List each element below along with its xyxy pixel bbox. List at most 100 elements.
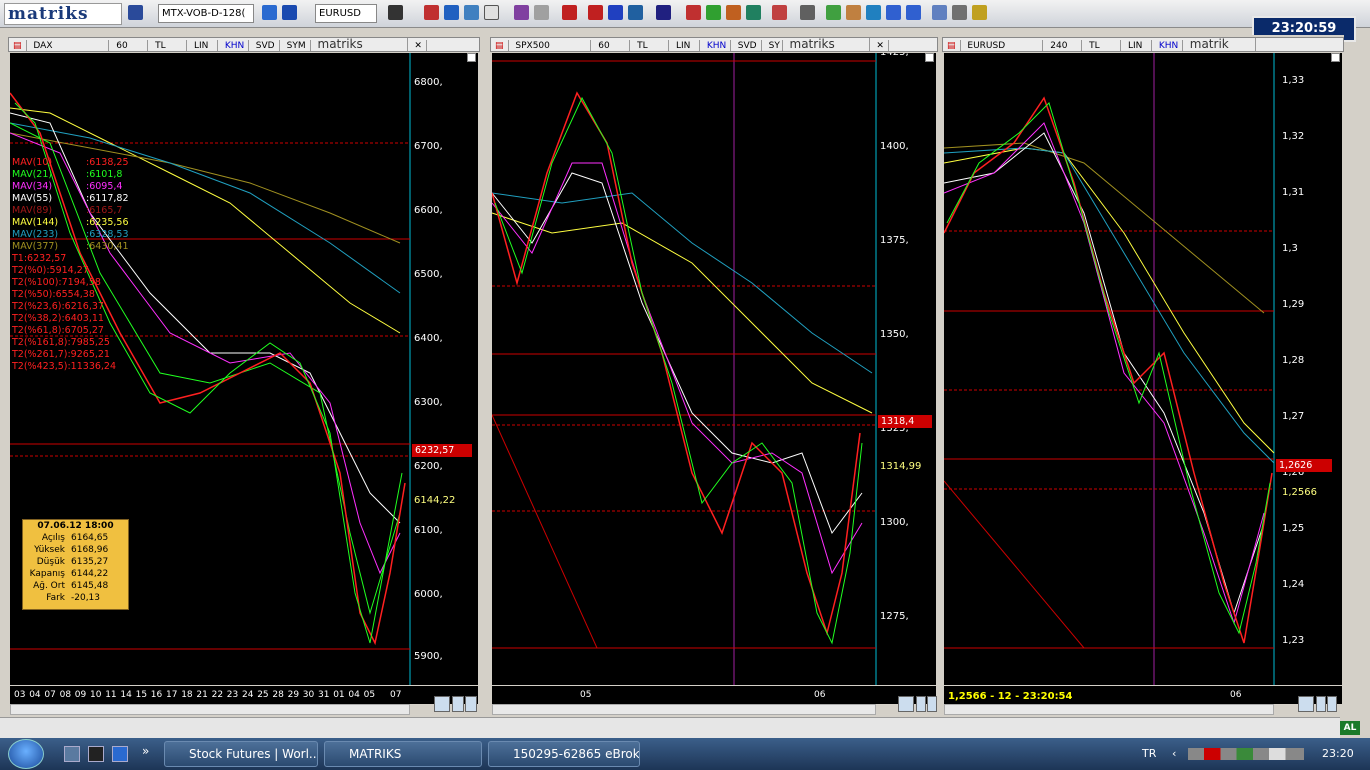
user-icon[interactable] (846, 5, 861, 20)
legend-row: MAV(377):6430,41 (12, 241, 129, 253)
eraser-icon[interactable] (534, 5, 549, 20)
period-button[interactable]: 240 (1046, 40, 1083, 51)
svd-button[interactable]: SVD (734, 40, 762, 51)
layers-icon[interactable] (514, 5, 529, 20)
legend-row: MAV(21):6101,8 (12, 169, 129, 181)
status-badge[interactable]: AL (1340, 721, 1360, 735)
tl-button[interactable]: TL (1085, 40, 1122, 51)
link-icon[interactable] (866, 5, 881, 20)
refresh-icon[interactable] (434, 696, 450, 712)
info-icon[interactable] (282, 5, 297, 20)
pen-icon[interactable] (388, 5, 403, 20)
khn-button[interactable]: KHN (703, 40, 731, 51)
refresh-icon[interactable] (898, 696, 914, 712)
horizontal-scrollbar[interactable] (10, 704, 410, 715)
scroll-left-icon[interactable] (916, 696, 926, 712)
tray-time[interactable]: 23:20 (1322, 738, 1354, 770)
price-chart[interactable]: 1,33 1,32 1,31 1,3 1,29 1,28 1,27 1,26 1,2566 1,2… (944, 53, 1342, 685)
globe-icon[interactable] (464, 5, 479, 20)
scroll-left-icon[interactable] (1316, 696, 1326, 712)
desktop-icon[interactable] (112, 746, 128, 762)
a-icon[interactable] (588, 5, 603, 20)
horizontal-scrollbar[interactable] (492, 704, 876, 715)
explorer-icon[interactable] (88, 746, 104, 762)
legend-value: :6165,7 (86, 205, 123, 216)
tools-icon[interactable] (746, 5, 761, 20)
refresh-icon[interactable] (1298, 696, 1314, 712)
price-chart[interactable]: MAV(10):6138,25 MAV(21):6101,8 MAV(34):609… (10, 53, 478, 685)
clock-icon[interactable] (484, 5, 499, 20)
grid-icon[interactable] (656, 5, 671, 20)
tl-button[interactable]: TL (151, 40, 188, 51)
print-icon[interactable] (952, 5, 967, 20)
symbol-label[interactable]: DAX (29, 40, 110, 51)
start-button[interactable] (8, 739, 44, 769)
horizontal-scrollbar[interactable] (944, 704, 1274, 715)
task-ebroker[interactable]: 150295-62865 eBrok... (488, 741, 640, 767)
price-chart[interactable]: 1425,1400,1375,1350,1325,1314,991300,127… (492, 53, 936, 685)
panel-titlebar[interactable]: ▤ SPX500 60 TL LIN KHN SVD SY matriks ✕ (490, 37, 938, 52)
restore-window-icon[interactable] (906, 5, 921, 20)
close-icon[interactable]: ✕ (872, 40, 889, 51)
lin-button[interactable]: LIN (1124, 40, 1153, 51)
scroll-right-icon[interactable] (1327, 696, 1337, 712)
legend-value: :6403,11 (61, 313, 104, 324)
resize-icon[interactable] (467, 53, 476, 62)
khn-button[interactable]: KHN (1155, 40, 1183, 51)
chat-icon[interactable] (826, 5, 841, 20)
info-key: Açılış (41, 533, 65, 543)
panel-titlebar[interactable]: ▤ DAX 60 TL LIN KHN SVD SYM matriks ✕ (8, 37, 480, 52)
symbol-label[interactable]: EURUSD (963, 40, 1044, 51)
mail-icon[interactable] (932, 5, 947, 20)
period-button[interactable]: 60 (112, 40, 149, 51)
pie-chart-icon[interactable] (444, 5, 459, 20)
alarm-icon[interactable] (972, 5, 987, 20)
price-tick: 6100, (414, 525, 443, 536)
panel-brand: matrik (1186, 38, 1256, 51)
currency-dropdown[interactable]: EURUSD (315, 4, 377, 23)
time-tick: 06 (814, 690, 826, 700)
scroll-left-icon[interactable] (452, 696, 464, 712)
sym-button[interactable]: SY (765, 40, 783, 51)
more-icon[interactable]: » (142, 744, 149, 758)
minimize-window-icon[interactable] (886, 5, 901, 20)
filter-icon[interactable] (772, 5, 787, 20)
price-tick: 1,25 (1282, 523, 1305, 534)
tray-icons[interactable] (1188, 748, 1304, 760)
time-tick: 09 (74, 690, 87, 700)
task-browser[interactable]: Stock Futures | Worl... (164, 741, 318, 767)
eye-icon[interactable] (686, 5, 701, 20)
close-icon[interactable]: ✕ (410, 40, 427, 51)
network-icon[interactable] (628, 5, 643, 20)
info-key: Ağ. Ort (33, 581, 65, 591)
show-desktop-icon[interactable] (64, 746, 80, 762)
resize-icon[interactable] (925, 53, 934, 62)
panel-brand: matriks (314, 38, 408, 51)
price-tick: 1,31 (1282, 187, 1305, 198)
time-tick: 04 (348, 690, 360, 700)
windows-icon[interactable] (800, 5, 815, 20)
panel-titlebar[interactable]: ▤ EURUSD 240 TL LIN KHN matrik (942, 37, 1344, 52)
u-icon[interactable] (608, 5, 623, 20)
chart-icon[interactable] (424, 5, 439, 20)
lin-button[interactable]: LIN (190, 40, 219, 51)
symbol-label[interactable]: SPX500 (511, 40, 592, 51)
refresh-icon[interactable] (706, 5, 721, 20)
save-icon[interactable] (128, 5, 143, 20)
language-indicator[interactable]: TR (1142, 738, 1156, 770)
window-icon[interactable] (262, 5, 277, 20)
svd-button[interactable]: SVD (252, 40, 280, 51)
chevron-left-icon[interactable]: ‹ (1172, 738, 1176, 770)
period-button[interactable]: 60 (594, 40, 631, 51)
lin-button[interactable]: LIN (672, 40, 701, 51)
symbol-dropdown[interactable]: MTX-VOB-D-128( (158, 4, 254, 23)
scroll-right-icon[interactable] (927, 696, 937, 712)
sym-button[interactable]: SYM (283, 40, 311, 51)
scroll-right-icon[interactable] (465, 696, 477, 712)
tl-button[interactable]: TL (633, 40, 670, 51)
bold-b-icon[interactable] (562, 5, 577, 20)
khn-button[interactable]: KHN (221, 40, 249, 51)
resize-icon[interactable] (1331, 53, 1340, 62)
task-matriks[interactable]: MATRIKS (324, 741, 482, 767)
calendar-icon[interactable] (726, 5, 741, 20)
